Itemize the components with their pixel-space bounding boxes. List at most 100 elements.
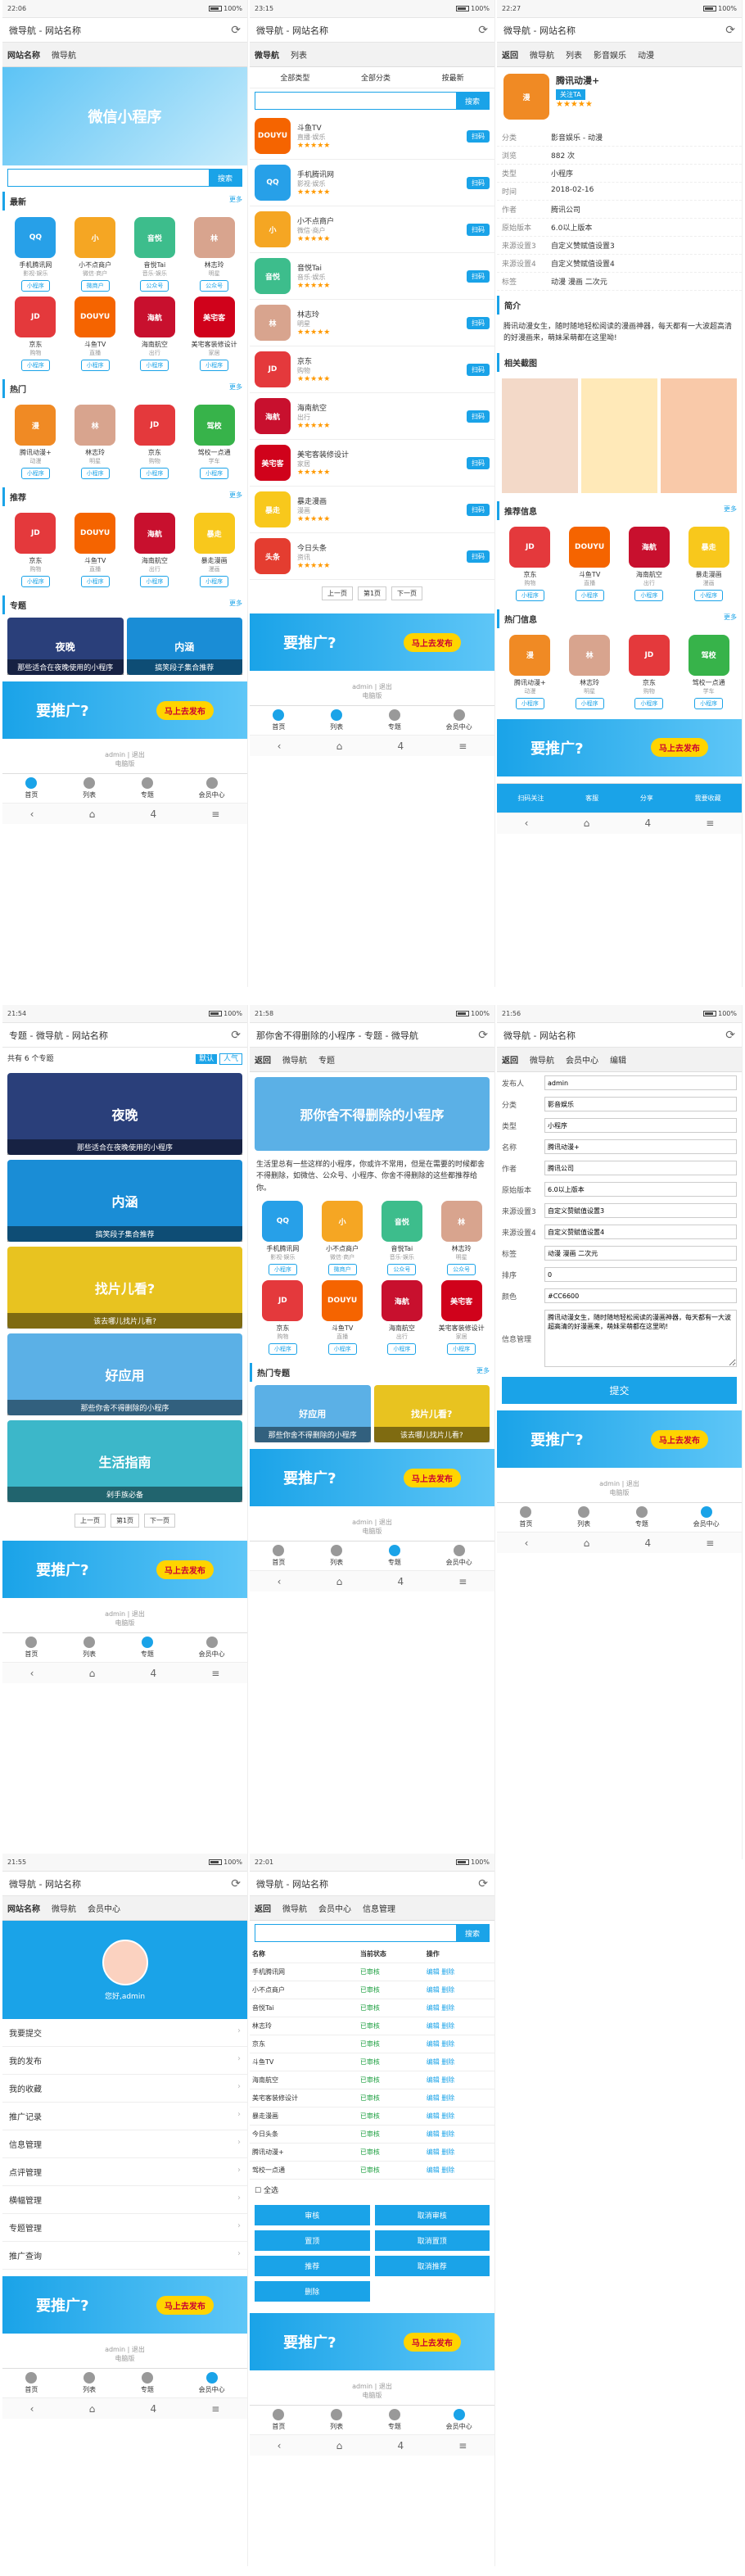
tab-list[interactable]: 列表 <box>330 2409 343 2431</box>
tab-member[interactable]: 会员中心 <box>199 1637 225 1659</box>
app-type-button[interactable]: 小程序 <box>20 576 50 587</box>
sort-default[interactable]: 默认 <box>196 1054 218 1064</box>
refresh-icon[interactable]: ⟳ <box>478 24 488 37</box>
app-tile[interactable]: 林林志玲 明星 公众号 <box>433 1201 490 1276</box>
tab-home[interactable]: 首页 <box>25 1637 38 1659</box>
table-row[interactable]: 腾讯动漫+ 已审核 编辑 删除 <box>250 2143 494 2162</box>
list-item[interactable]: 头条 今日头条 资讯 ★★★★★ 扫码 <box>250 533 494 580</box>
app-type-button[interactable]: 公众号 <box>200 280 229 292</box>
app-type-button[interactable]: 小程序 <box>140 468 169 479</box>
list-item[interactable]: JD 京东 购物 ★★★★★ 扫码 <box>250 346 494 393</box>
tab-member[interactable]: 会员中心 <box>446 709 472 731</box>
batch-button[interactable]: 取消推荐 <box>374 2256 490 2276</box>
page-select[interactable]: 第1页 <box>357 586 387 600</box>
app-type-button[interactable]: 小程序 <box>200 468 229 479</box>
batch-button[interactable]: 审核 <box>255 2205 370 2225</box>
app-type-button[interactable]: 小程序 <box>515 589 544 601</box>
app-tile[interactable]: 林林志玲 明星 小程序 <box>67 405 124 479</box>
screenshot-3[interactable] <box>661 378 737 493</box>
form-input[interactable] <box>544 1097 737 1111</box>
app-tile[interactable]: 驾校 驾校一点通 学车 小程序 <box>680 634 737 709</box>
tab-list[interactable]: 列表 <box>83 777 96 799</box>
app-tile[interactable]: JD 京东 购物 小程序 <box>502 526 558 601</box>
app-type-button[interactable]: 小程序 <box>387 1343 417 1356</box>
form-input[interactable] <box>544 1118 737 1133</box>
app-type-button[interactable]: 小程序 <box>268 1343 297 1356</box>
promo-banner[interactable]: 要推广? 马上去发布 <box>250 613 494 671</box>
app-type-button[interactable]: 小程序 <box>80 360 110 371</box>
promo-banner[interactable]: 要推广? 马上去发布 <box>2 681 247 739</box>
nav-wdh[interactable]: 微导航 <box>52 48 76 61</box>
promo-button[interactable]: 马上去发布 <box>403 632 461 652</box>
menu-item[interactable]: 我的发布 › <box>2 2047 247 2075</box>
form-input[interactable] <box>544 1161 737 1175</box>
app-type-button[interactable]: 微商户 <box>327 1264 357 1276</box>
menu-item[interactable]: 我要提交 › <box>2 2019 247 2047</box>
scan-button[interactable]: 扫码 <box>467 456 490 469</box>
menu-item[interactable]: 信息管理 › <box>2 2130 247 2158</box>
tab-member[interactable]: 会员中心 <box>199 777 225 799</box>
scan-button[interactable]: 扫码 <box>467 410 490 423</box>
app-tile[interactable]: QQ 手机腾讯网 影视·娱乐 小程序 <box>7 217 64 292</box>
favorite-button[interactable]: 我要收藏 <box>695 794 721 803</box>
filter-sort[interactable]: 按最新 <box>442 72 464 83</box>
tab-member[interactable]: 会员中心 <box>446 1545 472 1567</box>
app-tile[interactable]: 漫腾讯动漫+ 动漫 小程序 <box>502 634 558 709</box>
list-item[interactable]: 暴走 暴走漫画 漫画 ★★★★★ 扫码 <box>250 487 494 533</box>
more-link[interactable]: 更多 <box>229 195 242 207</box>
promo-banner[interactable]: 要推广? 马上去发布 <box>250 2313 494 2370</box>
app-type-button[interactable]: 小程序 <box>200 576 229 587</box>
app-type-button[interactable]: 小程序 <box>447 1343 476 1356</box>
promo-banner[interactable]: 要推广? 马上去发布 <box>250 1449 494 1507</box>
scan-button[interactable]: 扫码 <box>467 363 490 376</box>
app-tile[interactable]: 林林志玲 明星 公众号 <box>186 217 242 292</box>
search-button[interactable]: 搜索 <box>209 170 242 186</box>
form-input[interactable] <box>544 1225 737 1239</box>
app-type-button[interactable]: 小程序 <box>80 468 110 479</box>
tab-home[interactable]: 首页 <box>25 2372 38 2394</box>
tabs-icon[interactable]: 4 <box>150 808 156 820</box>
tab-special[interactable]: 专题 <box>635 1506 648 1528</box>
tab-special[interactable]: 专题 <box>388 2409 401 2431</box>
app-type-button[interactable]: 小程序 <box>634 589 664 601</box>
table-row[interactable]: 林志玲 已审核 编辑 删除 <box>250 2017 494 2035</box>
app-tile[interactable]: 驾校 驾校一点通 学车 小程序 <box>186 405 242 479</box>
table-row[interactable]: 海南航空 已审核 编辑 删除 <box>250 2071 494 2089</box>
special-card[interactable]: 找片儿看? 该去哪儿找片儿看? <box>373 1385 490 1443</box>
search-button[interactable]: 搜索 <box>456 1925 489 1941</box>
prev-page[interactable]: 上一页 <box>321 586 353 600</box>
list-item[interactable]: 美宅客 美宅客装修设计 家居 ★★★★★ 扫码 <box>250 440 494 487</box>
form-input[interactable] <box>544 1182 737 1197</box>
list-item[interactable]: 海航 海南航空 出行 ★★★★★ 扫码 <box>250 393 494 440</box>
app-type-button[interactable]: 小程序 <box>20 468 50 479</box>
app-tile[interactable]: 音悦 音悦Tai 音乐·娱乐 公众号 <box>374 1201 431 1276</box>
special-card[interactable]: 好应用 那些你舍不得删除的小程序 <box>255 1385 371 1443</box>
hero-banner[interactable]: 微信小程序 <box>2 67 247 165</box>
app-type-button[interactable]: 小程序 <box>20 360 50 371</box>
menu-item[interactable]: 横幅管理 › <box>2 2186 247 2214</box>
service-button[interactable]: 客服 <box>585 794 598 803</box>
list-item[interactable]: 音悦 音悦Tai 音乐·娱乐 ★★★★★ 扫码 <box>250 253 494 300</box>
menu-item[interactable]: 专题管理 › <box>2 2214 247 2242</box>
app-type-button[interactable]: 小程序 <box>268 1264 297 1276</box>
tab-home[interactable]: 首页 <box>272 2409 285 2431</box>
tab-special[interactable]: 专题 <box>141 1637 154 1659</box>
tab-home[interactable]: 首页 <box>272 1545 285 1567</box>
scan-button[interactable]: 扫码 <box>467 176 490 189</box>
app-tile[interactable]: 小小不点商户 微信·商户 微商户 <box>67 217 124 292</box>
menu-item[interactable]: 推广记录 › <box>2 2103 247 2130</box>
table-row[interactable]: 小不点商户 已审核 编辑 删除 <box>250 1981 494 1999</box>
scan-button[interactable]: 扫码 <box>467 129 490 143</box>
app-tile[interactable]: DOUYU 斗鱼TV 直播 小程序 <box>67 513 124 587</box>
form-input[interactable] <box>544 1246 737 1261</box>
batch-button[interactable]: 删除 <box>255 2281 370 2302</box>
desktop-link[interactable]: 电脑版 <box>115 760 135 767</box>
table-row[interactable]: 今日头条 已审核 编辑 删除 <box>250 2125 494 2144</box>
tab-list[interactable]: 列表 <box>330 709 343 731</box>
app-type-button[interactable]: 小程序 <box>694 589 724 601</box>
refresh-icon[interactable]: ⟳ <box>231 24 241 37</box>
scan-button[interactable]: 扫码 <box>467 503 490 516</box>
more-link[interactable]: 更多 <box>229 491 242 503</box>
app-tile[interactable]: DOUYU 斗鱼TV 直播 小程序 <box>314 1280 371 1356</box>
table-row[interactable]: 京东 已审核 编辑 删除 <box>250 2035 494 2053</box>
